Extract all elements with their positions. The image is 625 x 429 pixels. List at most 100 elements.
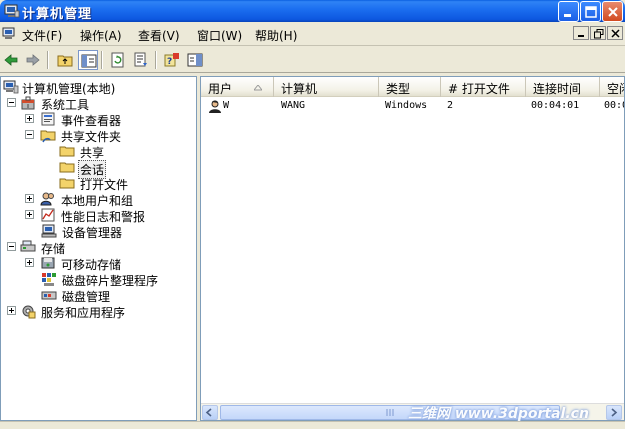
toolbar-separator (101, 51, 103, 69)
tree-item-label: 服务和应用程序 (41, 306, 126, 320)
close-icon (611, 29, 620, 38)
sort-ascending-icon (254, 85, 262, 91)
expand-toggle[interactable] (25, 114, 34, 123)
toolbar: ? (0, 47, 625, 73)
forward-button[interactable] (23, 50, 43, 70)
document-window-icon (2, 27, 15, 39)
tree-item-label: 共享 (80, 146, 105, 160)
menu-help[interactable]: 帮助(H) (255, 27, 297, 44)
cell-type: Windows (385, 100, 428, 111)
column-header-computer[interactable]: 计算机 (274, 77, 379, 97)
tree-item-label: 本地用户和组 (61, 194, 134, 208)
close-icon (608, 7, 618, 17)
removable-storage-icon (41, 257, 55, 269)
collapse-toggle[interactable] (25, 130, 34, 139)
action-pane-icon (187, 53, 203, 67)
mdi-close-button[interactable] (607, 26, 623, 40)
maximize-button[interactable] (580, 1, 601, 22)
tree-item-label: 磁盘碎片整理程序 (62, 274, 159, 288)
restore-icon (594, 29, 604, 39)
computer-management-icon (4, 4, 20, 18)
cell-computer: WANG (281, 100, 306, 111)
cell-open-files: 2 (447, 100, 454, 111)
column-header-user[interactable]: 用户 (201, 77, 274, 97)
status-bar (0, 421, 625, 429)
console-tree: 计算机管理(本地) 系统工具 事件查看器 共享文件夹 共享 会话 打开文件 本地… (0, 76, 197, 421)
column-header-idle-time[interactable]: 空闲 (600, 77, 624, 97)
minimize-icon (578, 35, 584, 37)
cell-connected-time: 00:04:01 (531, 100, 580, 111)
folder-icon (59, 162, 75, 173)
forward-arrow-icon (26, 54, 40, 66)
expand-toggle[interactable] (25, 210, 34, 219)
menu-window[interactable]: 窗口(W) (197, 27, 242, 44)
services-icon (22, 305, 36, 319)
column-header-open-files[interactable]: # 打开文件 (441, 77, 526, 97)
console-tree-icon (81, 54, 97, 68)
toolbar-separator (155, 51, 157, 69)
folder-icon (59, 178, 75, 189)
mdi-restore-button[interactable] (590, 26, 606, 40)
toolbox-icon (21, 96, 35, 110)
tree-item-label: 性能日志和警报 (61, 210, 146, 224)
grip-icon (386, 409, 394, 416)
scroll-right-button[interactable] (606, 405, 622, 420)
export-list-icon (134, 52, 147, 67)
watermark: 三维网 www.3dportal.cn (408, 406, 589, 422)
close-button[interactable] (602, 1, 623, 22)
collapse-toggle[interactable] (7, 98, 16, 107)
expand-toggle[interactable] (25, 258, 34, 267)
computer-management-icon (3, 80, 19, 94)
scroll-left-button[interactable] (202, 405, 218, 420)
expand-toggle[interactable] (7, 306, 16, 315)
tree-item-label: 设备管理器 (62, 226, 123, 240)
menu-view[interactable]: 查看(V) (138, 27, 180, 44)
help-button[interactable]: ? (162, 50, 182, 70)
tree-item-label: 可移动存储 (61, 258, 122, 272)
menu-action[interactable]: 操作(A) (80, 27, 122, 44)
title-bar: 计算机管理 (0, 0, 625, 22)
defrag-icon (42, 273, 56, 286)
menu-bar: 文件(F) 操作(A) 查看(V) 窗口(W) 帮助(H) (0, 22, 625, 46)
collapse-toggle[interactable] (7, 242, 16, 251)
export-list-button[interactable] (131, 50, 151, 70)
users-icon (40, 192, 54, 206)
event-viewer-icon (41, 112, 55, 126)
tree-item-label: 磁盘管理 (62, 290, 111, 304)
table-row[interactable]: W WANG Windows 2 00:04:01 00:0 (201, 99, 624, 115)
show-hide-action-pane-button[interactable] (185, 50, 205, 70)
column-header-connected-time[interactable]: 连接时间 (526, 77, 600, 97)
cell-idle-time: 00:0 (604, 100, 624, 111)
tree-item-label: 事件查看器 (61, 114, 122, 128)
back-button[interactable] (1, 50, 21, 70)
performance-logs-icon (41, 208, 55, 222)
disk-management-icon (41, 291, 57, 300)
folder-up-icon (57, 55, 73, 67)
show-hide-tree-button[interactable] (78, 50, 98, 70)
refresh-button[interactable] (108, 50, 128, 70)
list-header: 用户 计算机 类型 # 打开文件 连接时间 空闲 (201, 77, 624, 97)
back-arrow-icon (4, 54, 18, 66)
column-header-type[interactable]: 类型 (379, 77, 441, 97)
device-manager-icon (41, 224, 57, 238)
cell-user: W (223, 100, 230, 111)
svg-text:?: ? (167, 57, 172, 67)
minimize-button[interactable] (558, 1, 579, 22)
up-one-level-button[interactable] (55, 50, 75, 70)
shared-folder-icon (40, 130, 56, 143)
sessions-list: 用户 计算机 类型 # 打开文件 连接时间 空闲 W WANG Windows … (200, 76, 625, 421)
expand-toggle[interactable] (25, 194, 34, 203)
refresh-icon (111, 52, 124, 68)
chevron-left-icon (205, 408, 212, 417)
user-session-icon (209, 100, 221, 113)
mdi-minimize-button[interactable] (573, 26, 589, 40)
toolbar-separator (47, 51, 49, 69)
menu-file[interactable]: 文件(F) (22, 27, 62, 44)
help-icon: ? (164, 53, 179, 67)
storage-icon (20, 240, 36, 252)
tree-item-label: 打开文件 (80, 178, 129, 192)
window-title: 计算机管理 (22, 7, 93, 22)
minimize-icon (564, 14, 571, 17)
chevron-right-icon (611, 408, 618, 417)
folder-icon (59, 146, 75, 157)
